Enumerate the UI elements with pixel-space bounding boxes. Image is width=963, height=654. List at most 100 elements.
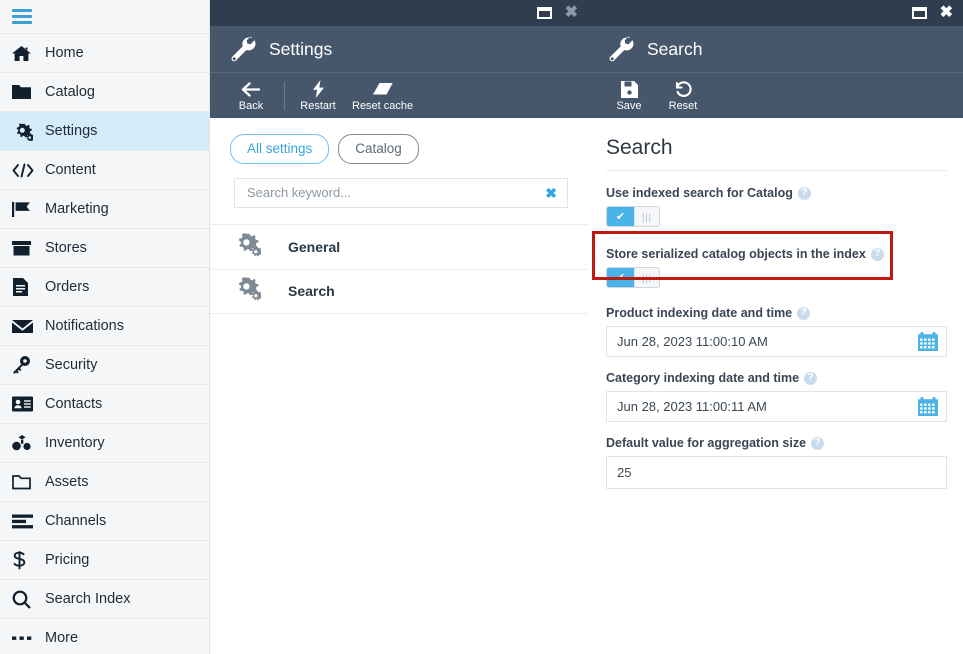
field-label-text: Category indexing date and time <box>606 371 800 385</box>
sidebar-item-search-index[interactable]: Search Index <box>0 580 209 619</box>
save-button[interactable]: Save <box>602 80 656 112</box>
settings-list: General Search <box>210 223 588 314</box>
sidebar-item-marketing[interactable]: Marketing <box>0 190 209 229</box>
field-label-text: Store serialized catalog objects in the … <box>606 247 866 261</box>
sidebar-item-assets[interactable]: Assets <box>0 463 209 502</box>
sidebar-item-more[interactable]: More <box>0 619 209 654</box>
search-window-controls: ✖ <box>588 0 963 26</box>
sidebar-item-channels[interactable]: Channels <box>0 502 209 541</box>
maximize-icon[interactable] <box>536 7 552 19</box>
calendar-icon[interactable] <box>918 332 938 351</box>
bars-list-icon <box>12 514 38 529</box>
envelope-icon <box>12 319 38 334</box>
boxes-icon <box>12 434 38 452</box>
close-icon[interactable]: ✖ <box>940 5 953 21</box>
settings-panel-title: Settings <box>269 38 333 59</box>
field-label: Store serialized catalog objects in the … <box>606 247 947 261</box>
application-window: Home Catalog Settings Content Marketing … <box>0 0 963 654</box>
hamburger-menu-icon[interactable] <box>12 6 32 27</box>
sidebar-item-pricing[interactable]: Pricing <box>0 541 209 580</box>
help-icon[interactable]: ? <box>797 306 811 320</box>
back-button[interactable]: Back <box>224 80 278 112</box>
help-icon[interactable]: ? <box>797 186 811 200</box>
reset-cache-button[interactable]: Reset cache <box>345 80 420 112</box>
folder-filled-icon <box>12 84 38 100</box>
sidebar-item-settings[interactable]: Settings <box>0 112 209 151</box>
calendar-icon[interactable] <box>918 397 938 416</box>
sidebar-item-label: Contacts <box>45 395 103 412</box>
field-label: Product indexing date and time ? <box>606 306 947 320</box>
reset-button[interactable]: Reset <box>656 80 710 112</box>
sidebar-item-orders[interactable]: Orders <box>0 268 209 307</box>
reset-button-label: Reset <box>668 99 698 112</box>
page-title: Search <box>606 136 673 159</box>
toolbar-separator <box>284 81 285 110</box>
settings-list-item-general[interactable]: General <box>210 223 588 269</box>
save-button-label: Save <box>616 99 642 112</box>
reset-cache-button-label: Reset cache <box>352 99 414 112</box>
field-product-indexing-datetime: Product indexing date and time ? Jun 28,… <box>606 306 947 357</box>
field-label: Category indexing date and time ? <box>606 371 947 385</box>
ellipsis-icon <box>12 635 38 641</box>
dollar-sign-icon <box>12 550 38 570</box>
field-label-text: Product indexing date and time <box>606 306 793 320</box>
help-icon[interactable]: ? <box>811 436 825 450</box>
search-settings-panel: ✖ Search Save Reset Search Use indexed s… <box>588 0 963 654</box>
default-aggregation-size-input[interactable]: 25 <box>606 456 947 489</box>
search-toolbar: Save Reset <box>588 73 963 118</box>
search-panel-title: Search <box>647 38 703 59</box>
search-keyword-input[interactable] <box>245 184 546 202</box>
sidebar-item-content[interactable]: Content <box>0 151 209 190</box>
sidebar-item-label: Home <box>45 44 84 61</box>
home-icon <box>12 45 38 62</box>
toggle-use-indexed-search[interactable]: ✔ ||| <box>606 206 660 227</box>
product-indexing-datetime-input[interactable]: Jun 28, 2023 11:00:10 AM <box>606 326 947 357</box>
category-indexing-datetime-input[interactable]: Jun 28, 2023 11:00:11 AM <box>606 391 947 422</box>
sidebar-toggle[interactable] <box>0 0 209 34</box>
arrow-left-icon <box>241 80 261 99</box>
store-box-icon <box>12 240 38 257</box>
settings-window-controls: ✖ <box>210 0 588 26</box>
document-list-icon <box>12 278 38 296</box>
main-sidebar: Home Catalog Settings Content Marketing … <box>0 0 210 654</box>
filter-chip-all-settings[interactable]: All settings <box>230 134 330 164</box>
restart-button[interactable]: Restart <box>291 80 345 112</box>
title-divider <box>606 170 947 171</box>
sidebar-item-home[interactable]: Home <box>0 34 209 73</box>
sidebar-item-label: Catalog <box>45 83 95 100</box>
clear-x-icon[interactable]: ✖ <box>545 186 557 200</box>
sidebar-item-stores[interactable]: Stores <box>0 229 209 268</box>
field-value: Jun 28, 2023 11:00:10 AM <box>617 334 768 349</box>
sidebar-item-catalog[interactable]: Catalog <box>0 73 209 112</box>
contact-card-icon <box>12 396 38 412</box>
sidebar-item-security[interactable]: Security <box>0 346 209 385</box>
sidebar-item-label: Search Index <box>45 590 131 607</box>
maximize-icon[interactable] <box>911 7 927 19</box>
settings-body: All settings Catalog ✖ <box>210 118 588 654</box>
sidebar-item-label: Channels <box>45 512 107 529</box>
sidebar-item-label: Marketing <box>45 200 109 217</box>
settings-list-item-search[interactable]: Search <box>210 268 588 314</box>
settings-list-item-label: General <box>288 238 341 255</box>
field-value: Jun 28, 2023 11:00:11 AM <box>617 399 767 414</box>
close-icon[interactable]: ✖ <box>565 5 578 21</box>
toggle-check-icon: ✔ <box>607 268 634 287</box>
sidebar-item-label: More <box>45 629 79 646</box>
field-value: 25 <box>617 465 632 480</box>
wrench-icon <box>228 35 256 63</box>
toggle-store-serialized-objects[interactable]: ✔ ||| <box>606 267 660 288</box>
sidebar-item-contacts[interactable]: Contacts <box>0 385 209 424</box>
settings-toolbar: Back Restart Reset cache <box>210 73 588 118</box>
filter-chip-catalog[interactable]: Catalog <box>338 134 419 164</box>
sidebar-item-label: Content <box>45 161 96 178</box>
field-store-serialized-objects: Store serialized catalog objects in the … <box>606 247 947 288</box>
help-icon[interactable]: ? <box>870 247 884 261</box>
settings-filter-chips: All settings Catalog <box>210 118 588 164</box>
sidebar-item-label: Orders <box>45 278 90 295</box>
sidebar-item-inventory[interactable]: Inventory <box>0 424 209 463</box>
field-category-indexing-datetime: Category indexing date and time ? Jun 28… <box>606 371 947 422</box>
gears-icon <box>12 122 38 141</box>
help-icon[interactable]: ? <box>804 371 818 385</box>
toggle-handle: ||| <box>634 268 659 287</box>
sidebar-item-notifications[interactable]: Notifications <box>0 307 209 346</box>
